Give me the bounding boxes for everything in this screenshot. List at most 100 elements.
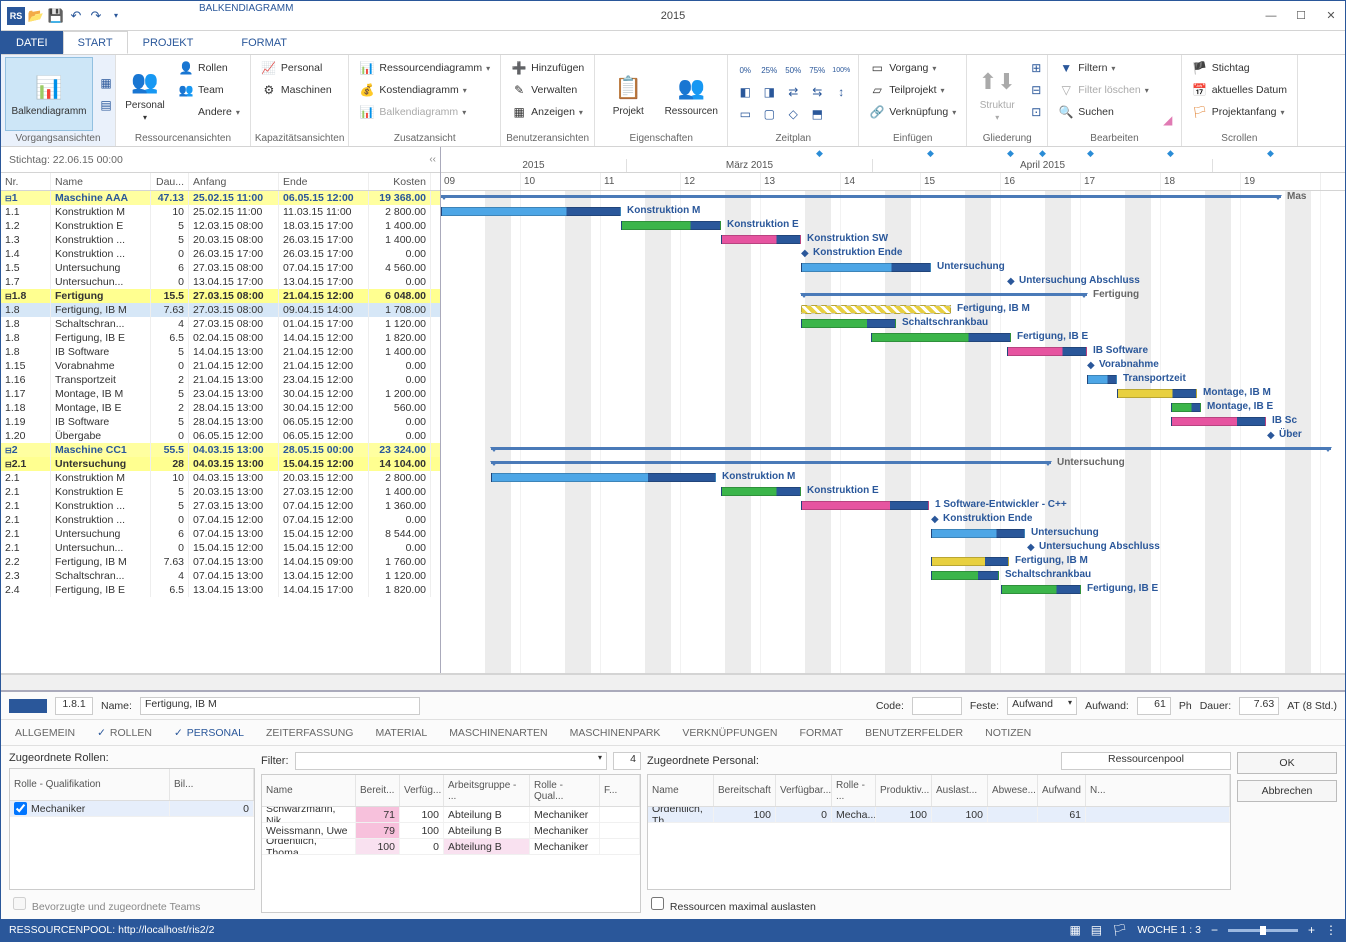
gl-i3[interactable]: ⊡ <box>1025 101 1047 123</box>
dtab-allgemein[interactable]: ALLGEMEIN <box>13 723 77 743</box>
rb-suchen[interactable]: 🔍Suchen <box>1052 101 1154 123</box>
grid-row[interactable]: 1.19IB Software528.04.15 13:0006.05.15 1… <box>1 415 440 429</box>
zp-j2[interactable]: ◨ <box>758 81 780 103</box>
zp-k2[interactable]: ▢ <box>758 103 780 125</box>
grid-row[interactable]: 1.7Untersuchun...013.04.15 17:0013.04.15… <box>1 275 440 289</box>
zp-i4[interactable]: 75% <box>806 59 828 81</box>
max-auslasten-checkbox[interactable] <box>651 897 664 910</box>
zp-k4[interactable]: ⬒ <box>806 103 828 125</box>
teams-checkbox[interactable] <box>13 897 26 910</box>
zp-i3[interactable]: 50% <box>782 59 804 81</box>
dtab-format[interactable]: FORMAT <box>798 723 846 743</box>
view-icon-1[interactable]: ▦ <box>95 72 117 94</box>
menu-format[interactable]: FORMAT <box>226 31 302 54</box>
grid-row[interactable]: 2.3Schaltschran...407.04.15 13:0013.04.1… <box>1 569 440 583</box>
chart-pane[interactable]: ◆◆◆◆◆◆◆ 2015 März 2015 April 2015 091011… <box>441 147 1345 673</box>
grid-row[interactable]: 1.15Vorabnahme021.04.15 12:0021.04.15 12… <box>1 359 440 373</box>
rb-kap-personal[interactable]: 📈Personal <box>255 57 338 79</box>
rb-projektanfang[interactable]: 🏳Projektanfang <box>1186 101 1293 123</box>
dtab-rollen[interactable]: ✓ROLLEN <box>95 723 154 743</box>
close-button[interactable]: ✕ <box>1317 6 1345 26</box>
maximize-button[interactable]: ☐ <box>1287 6 1315 26</box>
rb-filter-loeschen[interactable]: ▽Filter löschen <box>1052 79 1154 101</box>
zp-i1[interactable]: 0% <box>734 59 756 81</box>
grid-row[interactable]: 1.8Fertigung15.527.03.15 08:0021.04.15 1… <box>1 289 440 303</box>
zp-i2[interactable]: 25% <box>758 59 780 81</box>
zp-j5[interactable]: ↕ <box>830 81 852 103</box>
grid-row[interactable]: 2.1Untersuchung607.04.15 13:0015.04.15 1… <box>1 527 440 541</box>
rb-andere[interactable]: Andere <box>172 101 246 123</box>
rb-projekt[interactable]: 📋Projekt <box>599 57 657 131</box>
sb-icon-1[interactable]: ▦ <box>1069 923 1080 937</box>
grid-row[interactable]: 1.3Konstruktion ...520.03.15 08:0026.03.… <box>1 233 440 247</box>
rollen-grid[interactable]: Rolle - QualifikationBil... Mechaniker0 <box>9 768 255 890</box>
rb-struktur[interactable]: ⬆⬇Struktur▾ <box>971 57 1023 131</box>
detail-code-input[interactable] <box>912 697 962 715</box>
ressourcenpool-button[interactable]: Ressourcenpool <box>1061 752 1231 770</box>
rb-balkdiag[interactable]: 📊Balkendiagramm <box>353 101 496 123</box>
sb-more-icon[interactable]: ⋮ <box>1325 923 1337 937</box>
rb-team[interactable]: 👥Team <box>172 79 246 101</box>
rb-ressdiag[interactable]: 📊Ressourcendiagramm <box>353 57 496 79</box>
rb-verknuepfung[interactable]: 🔗Verknüpfung <box>863 101 962 123</box>
menu-start[interactable]: START <box>63 31 128 54</box>
undo-icon[interactable]: ↶ <box>67 7 85 25</box>
gl-i2[interactable]: ⊟ <box>1025 79 1047 101</box>
grid-row[interactable]: 1.16Transportzeit221.04.15 13:0023.04.15… <box>1 373 440 387</box>
assign-grid[interactable]: NameBereitschaftVerfügbar...Rolle - ...P… <box>647 774 1231 890</box>
detail-aufwand-input[interactable]: 61 <box>1137 697 1171 715</box>
detail-dauer-input[interactable]: 7.63 <box>1239 697 1279 715</box>
grid-row[interactable]: 1.4Konstruktion ...026.03.15 17:0026.03.… <box>1 247 440 261</box>
dtab-benutzerfelder[interactable]: BENUTZERFELDER <box>863 723 965 743</box>
grid-row[interactable]: 1Maschine AAA47.1325.02.15 11:0006.05.15… <box>1 191 440 205</box>
gl-i1[interactable]: ⊞ <box>1025 57 1047 79</box>
zp-j3[interactable]: ⇄ <box>782 81 804 103</box>
dtab-personal[interactable]: ✓PERSONAL <box>172 723 246 743</box>
rb-teilprojekt[interactable]: ▱Teilprojekt <box>863 79 962 101</box>
grid-row[interactable]: 1.20Übergabe006.05.15 12:0006.05.15 12:0… <box>1 429 440 443</box>
rb-personal[interactable]: 👥 Personal▾ <box>120 57 170 131</box>
grid-row[interactable]: 2.1Untersuchung2804.03.15 13:0015.04.15 … <box>1 457 440 471</box>
rb-balkendiagramm[interactable]: 📊 Balkendiagramm <box>5 57 93 131</box>
zp-k1[interactable]: ▭ <box>734 103 756 125</box>
grid-row[interactable]: 1.1Konstruktion M1025.02.15 11:0011.03.1… <box>1 205 440 219</box>
zoom-in-icon[interactable]: + <box>1308 923 1315 937</box>
grid-row[interactable]: 2.1Konstruktion ...527.03.15 13:0007.04.… <box>1 499 440 513</box>
grid-row[interactable]: 2.1Konstruktion ...007.04.15 12:0007.04.… <box>1 513 440 527</box>
view-icon-2[interactable]: ▤ <box>95 94 117 116</box>
rb-anzeigen[interactable]: ▦Anzeigen <box>505 101 590 123</box>
qat-dropdown-icon[interactable]: ▾ <box>107 7 125 25</box>
rb-aktuelles-datum[interactable]: 📅aktuelles Datum <box>1186 79 1293 101</box>
zp-j4[interactable]: ⇆ <box>806 81 828 103</box>
sb-icon-3[interactable]: 🏳 <box>1112 923 1127 937</box>
grid-row[interactable]: 1.8Fertigung, IB E6.502.04.15 08:0014.04… <box>1 331 440 345</box>
grid-row[interactable]: 1.18Montage, IB E228.04.15 13:0030.04.15… <box>1 401 440 415</box>
dtab-material[interactable]: MATERIAL <box>373 723 429 743</box>
menu-datei[interactable]: DATEI <box>1 31 63 54</box>
grid-row[interactable]: 2.1Konstruktion M1004.03.15 13:0020.03.1… <box>1 471 440 485</box>
dtab-maschinenpark[interactable]: MASCHINENPARK <box>568 723 663 743</box>
rb-stichtag[interactable]: 🏴Stichtag <box>1186 57 1293 79</box>
zoom-out-icon[interactable]: − <box>1211 923 1218 937</box>
dtab-maschinenarten[interactable]: MASCHINENARTEN <box>447 723 549 743</box>
grid-row[interactable]: 2.1Konstruktion E520.03.15 13:0027.03.15… <box>1 485 440 499</box>
rb-rollen[interactable]: 👤Rollen <box>172 57 246 79</box>
grid-row[interactable]: 1.8Fertigung, IB M7.6327.03.15 08:0009.0… <box>1 303 440 317</box>
grid-row[interactable]: 2Maschine CC155.504.03.15 13:0028.05.15 … <box>1 443 440 457</box>
grid-row[interactable]: 2.1Untersuchun...015.04.15 12:0015.04.15… <box>1 541 440 555</box>
open-icon[interactable]: 📂 <box>27 7 45 25</box>
detail-feste-select[interactable]: Aufwand ▾ <box>1007 697 1077 715</box>
rb-verwalten[interactable]: ✎Verwalten <box>505 79 590 101</box>
sb-icon-2[interactable]: ▤ <box>1091 923 1102 937</box>
rb-vorgang[interactable]: ▭Vorgang <box>863 57 962 79</box>
avail-grid[interactable]: NameBereit...Verfüg...Arbeitsgruppe - ..… <box>261 774 641 913</box>
zp-j1[interactable]: ◧ <box>734 81 756 103</box>
dtab-verknüpfungen[interactable]: VERKNÜPFUNGEN <box>680 723 779 743</box>
rb-ressourcen[interactable]: 👥Ressourcen <box>659 57 723 131</box>
minimize-button[interactable]: — <box>1257 6 1285 26</box>
cancel-button[interactable]: Abbrechen <box>1237 780 1337 802</box>
grid-row[interactable]: 2.2Fertigung, IB M7.6307.04.15 13:0014.0… <box>1 555 440 569</box>
dtab-notizen[interactable]: NOTIZEN <box>983 723 1033 743</box>
collapse-grid-icon[interactable]: ‹‹ <box>429 154 436 165</box>
save-icon[interactable]: 💾 <box>47 7 65 25</box>
